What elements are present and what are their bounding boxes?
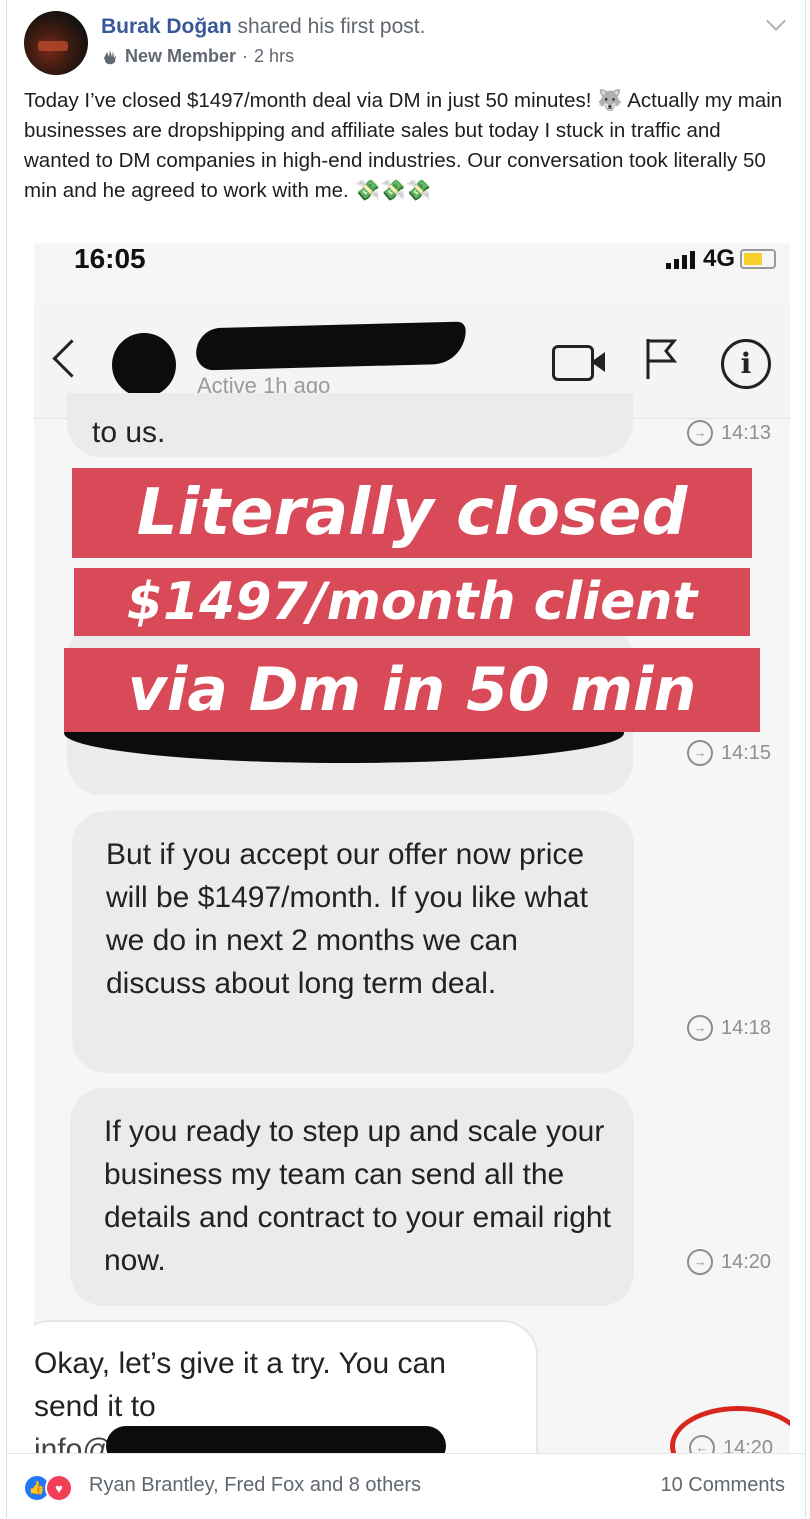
member-badge[interactable]: New Member — [125, 46, 236, 67]
post-time[interactable]: 2 hrs — [254, 46, 294, 67]
reply-partial: info@ — [34, 1433, 113, 1453]
reaction-summary[interactable]: Ryan Brantley, Fred Fox and 8 others — [89, 1474, 421, 1497]
post-card: Burak Doğan shared his first post. New M… — [6, 0, 806, 1519]
redacted-email — [106, 1426, 446, 1453]
overlay-banner-line: via Dm in 50 min — [64, 648, 760, 732]
info-icon: i — [721, 339, 771, 389]
video-call-icon — [552, 345, 605, 381]
post-image[interactable]: 16:05 4G Active 1h ago i to us. →14:13 — [34, 243, 790, 1453]
back-icon — [52, 339, 91, 378]
message-text: But if you accept our offer now price wi… — [106, 838, 588, 1000]
battery-icon — [740, 249, 776, 269]
message-text: If you ready to step up and scale your b… — [104, 1115, 611, 1277]
chevron-down-icon[interactable] — [766, 11, 786, 31]
overlay-banner-line: $1497/month client — [74, 568, 750, 636]
comments-count[interactable]: 10 Comments — [661, 1474, 786, 1497]
post-text: Today I’ve closed $1497/month deal via D… — [24, 89, 783, 202]
signal-icon — [666, 251, 695, 269]
author-name[interactable]: Burak Doğan — [101, 15, 232, 38]
wave-hand-icon — [104, 49, 116, 64]
post-header: Burak Doğan shared his first post. — [101, 15, 425, 39]
post-footer: 👍 ♥ Ryan Brantley, Fred Fox and 8 others… — [7, 1453, 805, 1519]
message-timestamp: → 14:13 — [687, 420, 771, 446]
message-timestamp: → 14:20 — [687, 1249, 771, 1275]
love-icon: ♥ — [45, 1474, 73, 1502]
post-action: shared his first post. — [237, 15, 426, 38]
message-timestamp: → 14:15 — [687, 740, 771, 766]
reaction-icons[interactable]: 👍 ♥ — [23, 1474, 73, 1502]
flag-icon — [646, 339, 678, 379]
network-label: 4G — [702, 245, 735, 272]
status-bar: 16:05 4G — [34, 243, 790, 283]
message-text: to us. — [92, 416, 166, 449]
redacted-avatar — [112, 333, 176, 397]
post-meta: New Member · 2 hrs — [101, 46, 294, 67]
status-time: 16:05 — [74, 243, 146, 274]
reply-text: Okay, let’s give it a try. You can send … — [34, 1347, 446, 1423]
highlight-circle — [670, 1406, 790, 1453]
author-avatar[interactable] — [24, 11, 88, 75]
redacted-username — [195, 321, 467, 371]
overlay-banner-line: Literally closed — [72, 468, 752, 558]
message-timestamp: → 14:18 — [687, 1015, 771, 1041]
